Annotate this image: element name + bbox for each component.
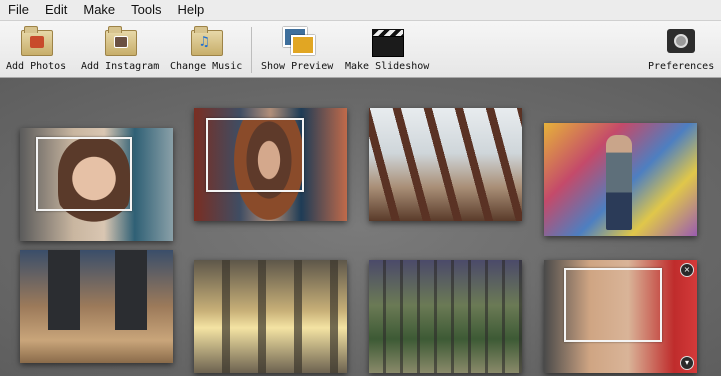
photo-thumbnail[interactable] bbox=[20, 128, 173, 241]
menu-file[interactable]: File bbox=[0, 0, 37, 20]
show-preview-label: Show Preview bbox=[261, 61, 334, 72]
photo-thumbnail[interactable] bbox=[194, 260, 347, 373]
menu-tools[interactable]: Tools bbox=[123, 0, 169, 20]
toolbar-separator bbox=[251, 27, 252, 73]
photo-thumbnail[interactable] bbox=[544, 123, 697, 236]
preferences-label: Preferences bbox=[648, 61, 715, 72]
photo-grid: × ▾ bbox=[0, 78, 721, 376]
crop-frame[interactable] bbox=[36, 137, 132, 211]
pier-pillars bbox=[194, 260, 347, 373]
chevron-down-icon[interactable]: ▾ bbox=[680, 356, 694, 370]
preferences-gear-icon bbox=[665, 25, 697, 57]
photo-thumbnail[interactable] bbox=[194, 108, 347, 221]
toolbar: Add Photos Add Instagram ♫ Change Music … bbox=[0, 20, 721, 78]
menu-bar: File Edit Make Tools Help bbox=[0, 0, 721, 20]
crop-frame[interactable] bbox=[206, 118, 304, 192]
add-photos-button[interactable]: Add Photos bbox=[6, 25, 66, 72]
show-preview-button[interactable]: Show Preview bbox=[261, 25, 333, 72]
preferences-button[interactable]: Preferences bbox=[648, 25, 714, 72]
photos-preview-icon bbox=[281, 25, 316, 57]
folder-instagram-icon bbox=[104, 25, 138, 57]
menu-help[interactable]: Help bbox=[170, 0, 213, 20]
add-instagram-label: Add Instagram bbox=[81, 61, 160, 72]
change-music-button[interactable]: ♫ Change Music bbox=[170, 25, 242, 72]
menu-make[interactable]: Make bbox=[75, 0, 123, 20]
add-instagram-button[interactable]: Add Instagram bbox=[81, 25, 159, 72]
photo-thumbnail[interactable] bbox=[369, 108, 522, 221]
photo-subject bbox=[606, 135, 632, 230]
change-music-label: Change Music bbox=[170, 61, 243, 72]
close-icon[interactable]: × bbox=[680, 263, 694, 277]
menu-edit[interactable]: Edit bbox=[37, 0, 75, 20]
forest-trees bbox=[369, 260, 522, 373]
photo-thumbnail[interactable] bbox=[369, 260, 522, 373]
photo-thumbnail[interactable] bbox=[20, 250, 173, 363]
photo-subject bbox=[115, 250, 147, 330]
folder-music-icon: ♫ bbox=[190, 25, 224, 57]
photo-subject bbox=[48, 250, 80, 330]
clapperboard-icon bbox=[371, 25, 405, 57]
crop-frame[interactable] bbox=[564, 268, 662, 342]
make-slideshow-label: Make Slideshow bbox=[345, 61, 430, 72]
add-photos-label: Add Photos bbox=[6, 61, 67, 72]
folder-photo-icon bbox=[20, 25, 54, 57]
pier-beams bbox=[369, 108, 522, 221]
photo-thumbnail[interactable]: × ▾ bbox=[544, 260, 697, 373]
make-slideshow-button[interactable]: Make Slideshow bbox=[345, 25, 429, 72]
